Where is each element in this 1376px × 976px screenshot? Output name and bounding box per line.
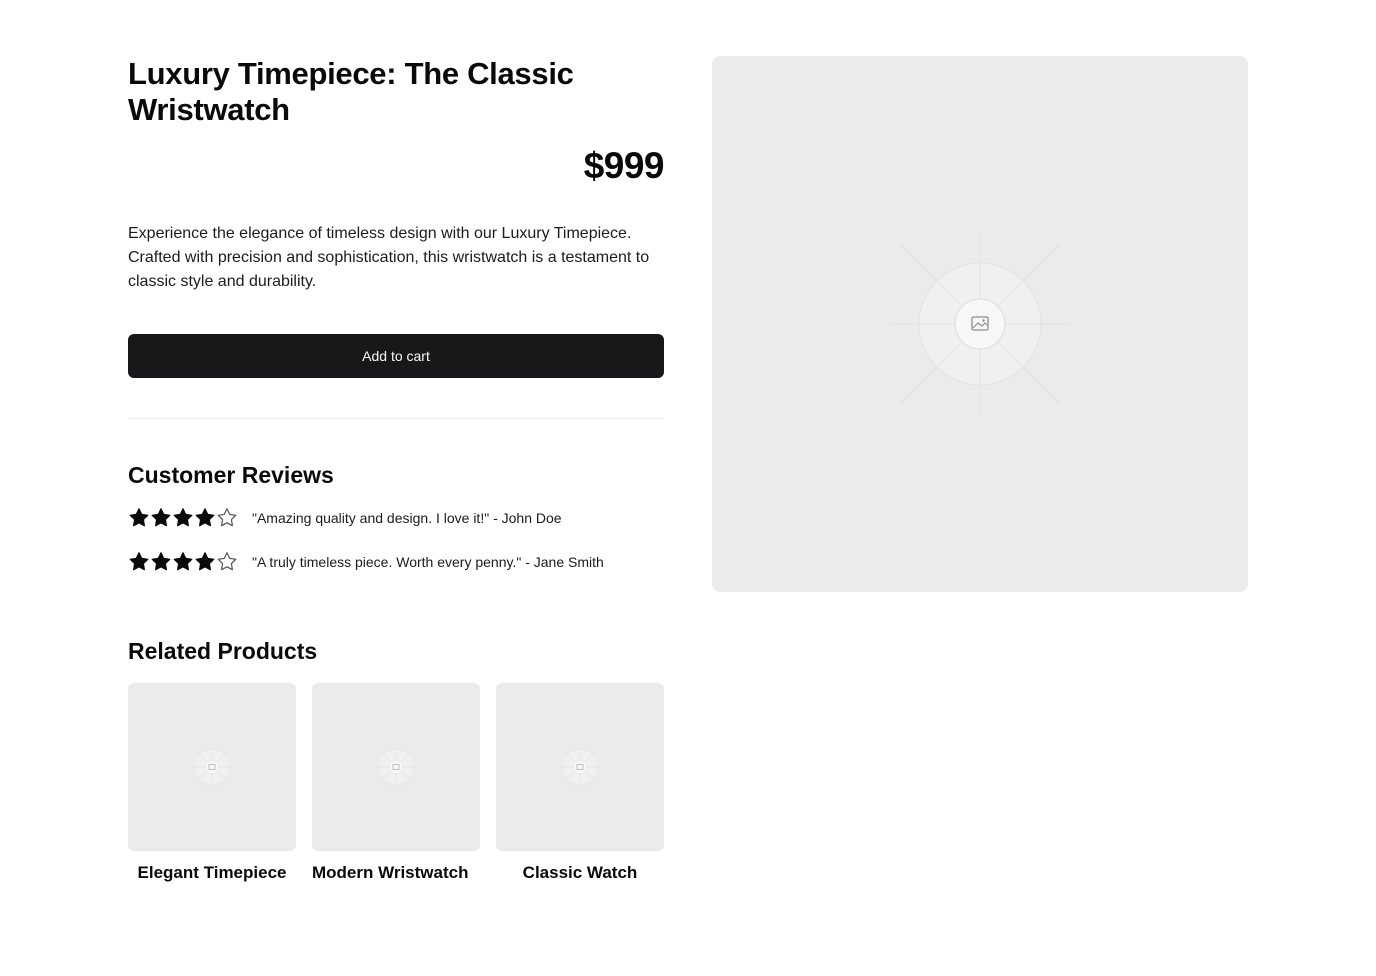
- product-description: Experience the elegance of timeless desi…: [128, 225, 650, 290]
- image-placeholder-icon: [192, 747, 232, 787]
- image-placeholder-icon: [376, 747, 416, 787]
- review-item: "A truly timeless piece. Worth every pen…: [128, 551, 664, 573]
- image-placeholder-icon: [890, 234, 1070, 414]
- star-filled-icon: [173, 552, 193, 571]
- product-title: Luxury Timepiece: The Classic Wristwatch: [128, 56, 574, 127]
- product-main-image[interactable]: [712, 56, 1248, 592]
- related-product-name[interactable]: Elegant Timepiece: [128, 859, 296, 887]
- review-text: "Amazing quality and design. I love it!"…: [252, 510, 562, 526]
- related-product-card[interactable]: Modern Wristwatch: [312, 683, 480, 887]
- star-rating: [128, 551, 252, 573]
- related-heading: Related Products: [128, 638, 318, 664]
- review-item: "Amazing quality and design. I love it!"…: [128, 507, 664, 529]
- star-empty-icon: [217, 552, 237, 571]
- product-price: $999: [583, 145, 665, 186]
- related-product-image[interactable]: [128, 683, 296, 851]
- related-products-grid: Elegant Timepiece Modern Wristwatch Clas…: [128, 683, 664, 887]
- star-empty-icon: [217, 508, 237, 527]
- image-placeholder-icon: [560, 747, 600, 787]
- related-product-name[interactable]: Classic Watch: [496, 859, 664, 887]
- related-product-card[interactable]: Classic Watch: [496, 683, 664, 887]
- review-text: "A truly timeless piece. Worth every pen…: [252, 554, 604, 570]
- related-product-image[interactable]: [496, 683, 664, 851]
- reviews-heading: Customer Reviews: [128, 462, 334, 488]
- add-to-cart-button[interactable]: Add to cart: [128, 334, 664, 378]
- star-filled-icon: [151, 508, 171, 527]
- star-filled-icon: [173, 508, 193, 527]
- star-filled-icon: [151, 552, 171, 571]
- star-rating: [128, 507, 252, 529]
- related-product-card[interactable]: Elegant Timepiece: [128, 683, 296, 887]
- related-product-name[interactable]: Modern Wristwatch: [312, 859, 480, 887]
- divider: [128, 418, 664, 419]
- related-product-image[interactable]: [312, 683, 480, 851]
- product-details: Luxury Timepiece: The Classic Wristwatch…: [128, 56, 665, 887]
- star-filled-icon: [195, 552, 215, 571]
- star-filled-icon: [129, 552, 149, 571]
- star-filled-icon: [195, 508, 215, 527]
- star-filled-icon: [129, 508, 149, 527]
